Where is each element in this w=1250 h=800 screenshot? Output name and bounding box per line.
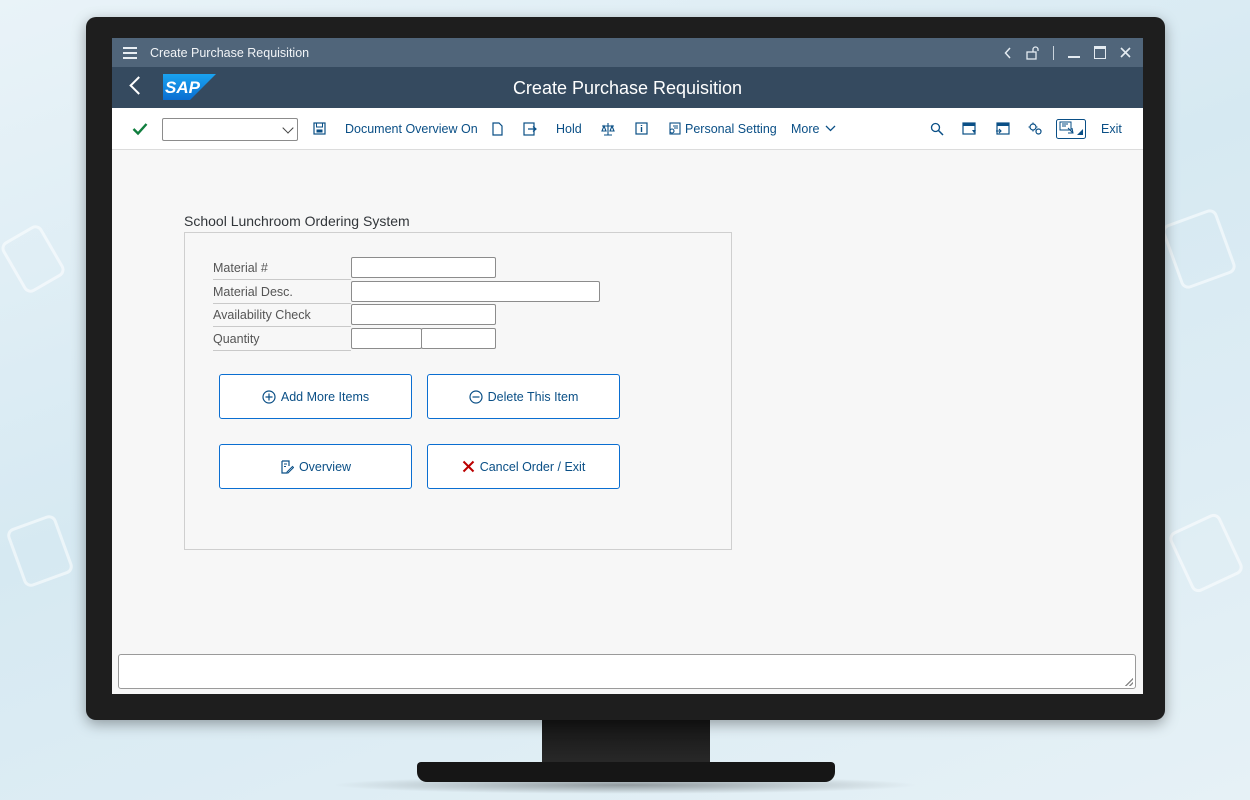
chevron-down-icon[interactable] [282,122,294,134]
open-document-icon [523,121,537,136]
hold-button[interactable]: Hold [556,108,582,149]
save-icon [313,122,326,135]
add-more-items-label: Add More Items [280,389,370,404]
window-controls-separator [1053,45,1054,60]
shell-bar: SAP Create Purchase Requisition [112,67,1143,108]
sap-gui-settings-button[interactable] [1056,108,1086,149]
shortcut-icon [996,122,1010,135]
enter-checkmark-button[interactable] [132,108,148,149]
monitor-stand-neck [542,720,710,766]
hamburger-menu-icon[interactable] [123,44,137,62]
delete-item-button[interactable]: Delete This Item [427,374,620,419]
content-area: School Lunchroom Ordering System Materia… [112,150,1143,644]
background-decoration [1166,511,1246,595]
material-number-field[interactable] [351,257,496,278]
checkmark-icon [132,122,148,135]
gui-settings-icon [1056,118,1086,139]
window-title: Create Purchase Requisition [150,45,310,60]
new-document-button[interactable] [492,108,503,149]
chevron-left-icon[interactable] [1004,46,1012,59]
gears-icon [1028,122,1042,135]
edit-document-icon [281,459,294,474]
overview-label: Overview [298,459,352,474]
command-field[interactable] [162,118,298,141]
info-button[interactable] [635,108,648,149]
quantity-field[interactable] [351,328,422,349]
availability-check-field[interactable] [351,304,496,325]
search-icon [930,122,944,136]
quantity-label: Quantity [213,328,351,351]
add-circle-icon [262,389,276,404]
background-decoration [0,222,68,296]
maximize-icon[interactable] [1094,46,1106,59]
background-decoration [1160,207,1238,291]
delete-item-label: Delete This Item [487,389,579,404]
material-desc-label: Material Desc. [213,281,351,304]
chevron-down-icon [826,125,836,132]
remove-circle-icon [469,389,483,404]
monitor-stand-base [417,762,835,782]
overview-button[interactable]: Overview [219,444,412,489]
check-button[interactable] [601,108,615,149]
material-desc-field[interactable] [351,281,600,302]
availability-check-label: Availability Check [213,304,351,327]
add-more-items-button[interactable]: Add More Items [219,374,412,419]
application-toolbar: Document Overview On Hold Personal Setti… [112,108,1143,150]
background-decoration [4,512,76,590]
window-title-bar: Create Purchase Requisition [112,38,1143,67]
info-icon [635,122,648,135]
material-number-label: Material # [213,257,351,280]
document-icon [492,121,503,136]
document-overview-button[interactable]: Document Overview On [345,108,478,149]
open-document-button[interactable] [523,108,537,149]
more-menu-button[interactable]: More [791,108,836,149]
cancel-x-icon [462,460,474,473]
save-button[interactable] [313,108,326,149]
personal-setting-button[interactable]: Personal Setting [667,108,777,149]
quantity-unit-field[interactable] [421,328,496,349]
resize-grip-icon[interactable] [1125,678,1133,686]
cancel-order-label: Cancel Order / Exit [479,459,586,474]
cancel-order-button[interactable]: Cancel Order / Exit [427,444,620,489]
form-title: School Lunchroom Ordering System [184,213,410,229]
new-window-icon [962,122,976,135]
form-panel: Material # Material Desc. Availability C… [184,232,732,550]
page-title: Create Purchase Requisition [512,78,743,98]
minimize-icon[interactable] [1068,55,1080,58]
new-window-button[interactable] [962,108,977,149]
customize-layout-button[interactable] [1028,108,1043,149]
personal-setting-icon [669,121,681,135]
unlock-icon[interactable] [1026,45,1039,60]
generate-shortcut-button[interactable] [995,108,1010,149]
balance-scale-icon [601,122,615,136]
sap-window: Create Purchase Requisition SAP Create P… [112,38,1143,694]
status-bar [118,654,1136,689]
find-button[interactable] [930,108,944,149]
more-label: More [791,121,820,136]
personal-setting-label: Personal Setting [685,121,777,136]
close-icon[interactable] [1120,47,1131,58]
exit-button[interactable]: Exit [1101,108,1122,149]
window-controls [1004,38,1131,67]
